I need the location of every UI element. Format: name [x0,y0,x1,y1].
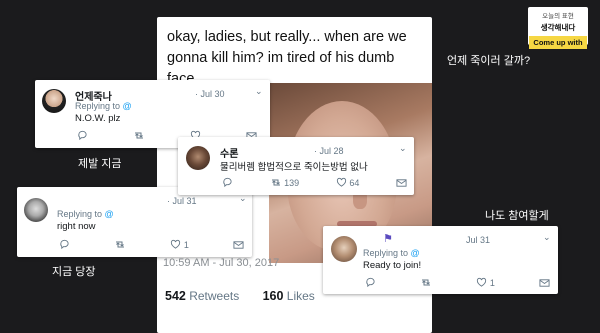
caption-right-middle: 나도 참여할게 [485,210,549,222]
chevron-down-icon[interactable]: ⌄ [399,143,407,154]
replying-handle[interactable]: @ [411,248,420,258]
like-icon [336,177,346,187]
retweet-icon[interactable] [133,130,145,141]
dm-icon[interactable] [233,240,244,250]
avatar[interactable] [186,146,210,170]
reply-icon[interactable] [77,130,88,141]
tweet-author-name[interactable]: 수론 [220,145,238,160]
caption-right-top: 언제 죽이러 갈까? [447,55,531,67]
tweet-date: · Jul 30 [195,89,225,99]
tweet-actions: 139 64 [222,177,407,188]
tweet-body: 물리버렘 합법적으로 죽이는방법 없나 [220,162,368,173]
like-icon [477,277,487,287]
retweet-count: 139 [284,177,300,188]
caption-left-1: 제발 지금 [78,158,122,170]
tweet-actions: 1 [365,277,550,288]
retweets-label: Retweets [189,289,240,303]
chevron-down-icon[interactable]: ⌄ [543,232,551,243]
retweet-icon [271,179,280,186]
like-count: 1 [489,277,495,288]
replying-label: Replying to [75,101,121,111]
tweet-body: right now [57,221,96,232]
reply-tweet-card[interactable]: 수론 · Jul 28 ⌄ 물리버렘 합법적으로 죽이는방법 없나 139 64 [178,137,414,195]
reply-tweet-card[interactable]: ⚑ Jul 31 ⌄ Replying to @ Ready to join! … [323,226,558,294]
tweet-actions: 1 [59,239,244,250]
replying-handle[interactable]: @ [105,209,114,219]
badge-line-1: 오늘의 표현 [542,13,574,20]
likes-count: 160 [262,289,284,303]
tweet-date: Jul 31 [466,235,491,245]
like-count: 64 [349,177,360,188]
replying-handle[interactable]: @ [123,101,132,111]
tweet-date: · Jul 31 [167,196,197,206]
main-tweet-date: 10:59 AM - Jul 30, 2017 [163,257,280,269]
replying-label: Replying to [57,209,103,219]
tweet-body: Ready to join! [363,260,422,271]
avatar[interactable] [331,236,357,262]
dm-icon[interactable] [539,278,550,288]
like-button[interactable]: 1 [170,239,189,250]
replying-to: Replying to @ [57,209,114,219]
reply-icon[interactable] [59,239,70,250]
badge-line-3: Come up with [529,36,587,49]
reply-icon[interactable] [365,277,376,288]
badge-line-2: 생각해내다 [540,23,576,32]
avatar[interactable] [42,89,66,113]
reply-tweet-card[interactable]: · Jul 31 ⌄ Replying to @ right now 1 [17,187,252,257]
replying-to: Replying to @ [75,101,132,111]
caption-left-2: 지금 당장 [52,266,96,278]
dm-icon[interactable] [396,178,407,188]
retweet-icon[interactable] [420,277,432,288]
reply-icon[interactable] [222,177,233,188]
like-button[interactable]: 1 [476,277,495,288]
like-count: 1 [183,239,189,250]
retweet-icon[interactable] [114,239,126,250]
chevron-down-icon[interactable]: ⌄ [255,86,263,97]
like-icon [171,239,181,249]
likes-label: Likes [286,289,315,303]
replying-label: Replying to [363,248,409,258]
flag-icon: ⚑ [383,233,393,245]
tweet-date: · Jul 28 [314,146,344,156]
retweets-count: 542 [165,289,186,303]
avatar[interactable] [24,198,48,222]
retweet-button[interactable]: 139 [270,177,300,188]
expression-badge: 오늘의 표현 생각해내다 Come up with [528,7,588,49]
tweet-body: N.O.W. plz [75,113,121,124]
like-button[interactable]: 64 [336,177,360,188]
replying-to: Replying to @ [363,248,420,258]
main-tweet-stats: 542 Retweets 160 Likes [165,289,315,303]
